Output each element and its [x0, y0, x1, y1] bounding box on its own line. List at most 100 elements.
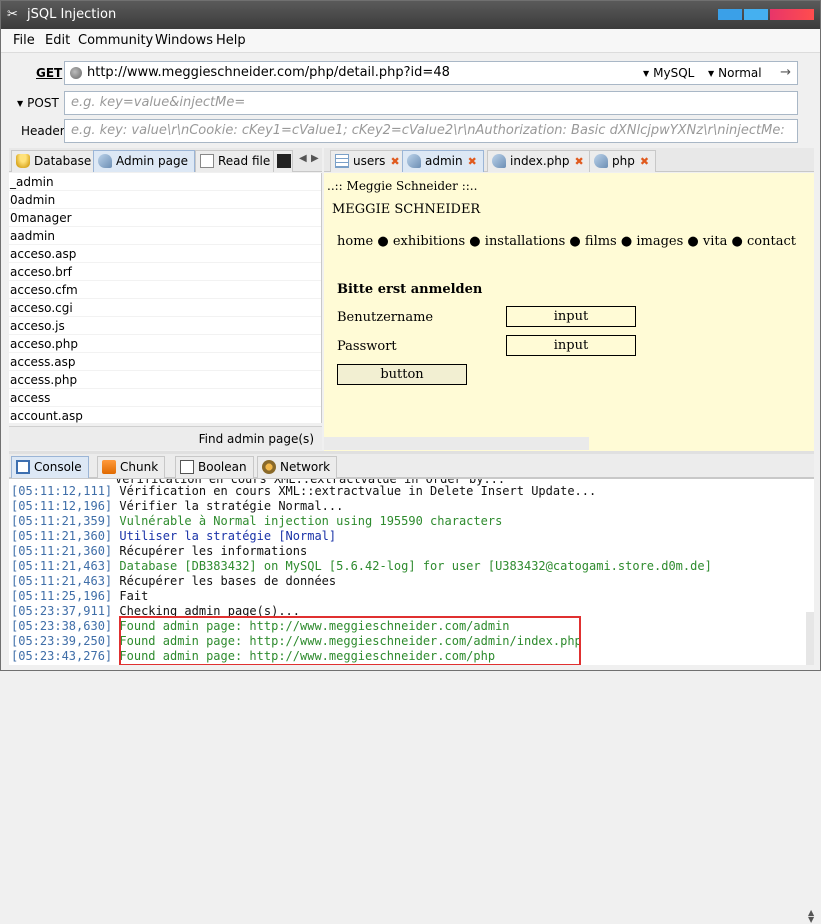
preview-heading: MEGGIE SCHNEIDER [332, 202, 481, 217]
panel-toggle-icon[interactable]: ▲ ▼ [808, 909, 814, 924]
bullet-icon: ● [687, 234, 699, 249]
list-item[interactable]: acceso.js [9, 317, 321, 335]
password-label: Passwort [337, 339, 397, 354]
title-bar: ✂ jSQL Injection [1, 1, 820, 29]
list-item[interactable]: acceso.cfm [9, 281, 321, 299]
list-item[interactable]: access [9, 389, 321, 407]
tab-terminal[interactable] [273, 150, 293, 172]
url-field[interactable]: http://www.meggieschneider.com/php/detai… [64, 61, 798, 85]
get-method-label[interactable]: GET [36, 66, 62, 80]
maximize-button[interactable] [744, 9, 768, 20]
list-item[interactable]: 0admin [9, 191, 321, 209]
log-line: [05:11:21,463] Récupérer les bases de do… [11, 574, 337, 588]
nav-link-contact[interactable]: contact [747, 234, 796, 249]
menu-file[interactable]: File [13, 33, 35, 48]
terminal-icon [277, 154, 291, 168]
list-item[interactable]: acceso.brf [9, 263, 321, 281]
tab-network[interactable]: Network [257, 456, 338, 478]
tab-boolean[interactable]: Boolean [175, 456, 254, 478]
log-line: [05:11:21,360] Récupérer les information… [11, 544, 308, 558]
password-input[interactable]: input [506, 335, 636, 356]
close-tab-icon[interactable]: ✖ [390, 155, 399, 168]
preview-nav: home ● exhibitions ● installations ● fil… [337, 234, 796, 249]
network-icon [262, 460, 276, 474]
strategy-select[interactable]: ▼ Normal [708, 62, 762, 84]
admin-page-list: _admin 0admin 0manager aadmin acceso.asp… [9, 173, 322, 423]
list-item[interactable]: acceso.asp [9, 245, 321, 263]
log-line: [05:11:25,196] Fait [11, 589, 149, 603]
menu-windows[interactable]: Windows [155, 33, 213, 48]
log-line: [05:11:12,196] Vérifier la stratégie Nor… [11, 499, 344, 513]
console-icon [16, 460, 30, 474]
tab-admin[interactable]: admin ✖ [402, 150, 484, 172]
tab-console[interactable]: Console [11, 456, 89, 478]
left-tab-bar: Database Admin page Read file ◀ ▶ [9, 148, 322, 172]
login-title: Bitte erst anmelden [337, 282, 483, 297]
tab-read-file[interactable]: Read file [195, 150, 278, 172]
bottom-tab-bar: Console Chunk Boolean Network ▲ ▼ [9, 454, 814, 924]
run-arrow-icon[interactable]: → [780, 62, 791, 84]
preview-page-title: ..:: Meggie Schneider ::.. [327, 179, 478, 193]
nav-link-images[interactable]: images [636, 234, 683, 249]
minimize-button[interactable] [718, 9, 742, 20]
log-line: [05:11:12,111] Vérification en cours XML… [11, 484, 597, 498]
bullet-icon: ● [731, 234, 743, 249]
username-input[interactable]: input [506, 306, 636, 327]
nav-link-exhibitions[interactable]: exhibitions [393, 234, 465, 249]
list-item[interactable]: access.php [9, 371, 321, 389]
caret-down-icon: ▼ [643, 69, 650, 78]
close-button[interactable] [770, 9, 814, 20]
caret-down-icon: ▼ [17, 99, 24, 108]
menu-help[interactable]: Help [216, 33, 246, 48]
list-item[interactable]: aadmin [9, 227, 321, 245]
list-item[interactable]: account.asp [9, 407, 321, 423]
close-tab-icon[interactable]: ✖ [640, 155, 649, 168]
key-icon [594, 154, 608, 168]
found-pages-highlight [119, 616, 581, 665]
log-line: [05:11:21,359] Vulnérable à Normal injec… [11, 514, 503, 528]
menu-bar: File Edit Community Windows Help [1, 29, 820, 53]
menu-community[interactable]: Community [78, 33, 153, 48]
boolean-icon [180, 460, 194, 474]
post-method-label[interactable]: ▼ POST [17, 96, 59, 110]
result-tab-bar: users ✖ admin ✖ index.php ✖ php ✖ [324, 148, 814, 172]
bug-icon: ✂ [7, 7, 18, 22]
list-item[interactable]: acceso.cgi [9, 299, 321, 317]
list-item[interactable]: access.asp [9, 353, 321, 371]
list-item[interactable]: acceso.php [9, 335, 321, 353]
table-icon [335, 154, 349, 168]
nav-link-installations[interactable]: installations [485, 234, 566, 249]
database-icon [16, 154, 30, 168]
login-button[interactable]: button [337, 364, 467, 385]
find-admin-pages-button[interactable]: Find admin page(s) [9, 426, 322, 450]
close-tab-icon[interactable]: ✖ [574, 155, 583, 168]
nav-link-home[interactable]: home [337, 234, 373, 249]
globe-icon [70, 67, 82, 79]
nav-link-films[interactable]: films [585, 234, 617, 249]
tab-database[interactable]: Database [11, 150, 99, 172]
tab-users[interactable]: users ✖ [330, 150, 407, 172]
preview-horizontal-scrollbar[interactable] [324, 437, 589, 450]
tab-php[interactable]: php ✖ [589, 150, 657, 172]
db-vendor-select[interactable]: ▼ MySQL [643, 62, 694, 84]
tab-scroll-left-icon[interactable]: ◀ [299, 153, 307, 164]
close-tab-icon[interactable]: ✖ [468, 155, 477, 168]
header-field[interactable]: e.g. key: value\r\nCookie: cKey1=cValue1… [64, 119, 798, 143]
console-scrollbar[interactable] [806, 612, 814, 665]
log-line: [05:11:21,360] Utiliser la stratégie [No… [11, 529, 337, 543]
window-title: jSQL Injection [27, 7, 117, 22]
bullet-icon: ● [569, 234, 581, 249]
list-item[interactable]: _admin [9, 173, 321, 191]
tab-index-php[interactable]: index.php ✖ [487, 150, 591, 172]
header-label: Header [21, 124, 65, 138]
tab-admin-page[interactable]: Admin page [93, 150, 196, 172]
app-window: ✂ jSQL Injection File Edit Community Win… [0, 0, 821, 924]
admin-page-preview: ..:: Meggie Schneider ::.. MEGGIE SCHNEI… [324, 173, 814, 451]
post-field[interactable]: e.g. key=value&injectMe= [64, 91, 798, 115]
bullet-icon: ● [377, 234, 389, 249]
nav-link-vita[interactable]: vita [703, 234, 727, 249]
tab-chunk[interactable]: Chunk [97, 456, 166, 478]
menu-edit[interactable]: Edit [45, 33, 70, 48]
list-item[interactable]: 0manager [9, 209, 321, 227]
tab-scroll-right-icon[interactable]: ▶ [311, 153, 319, 164]
